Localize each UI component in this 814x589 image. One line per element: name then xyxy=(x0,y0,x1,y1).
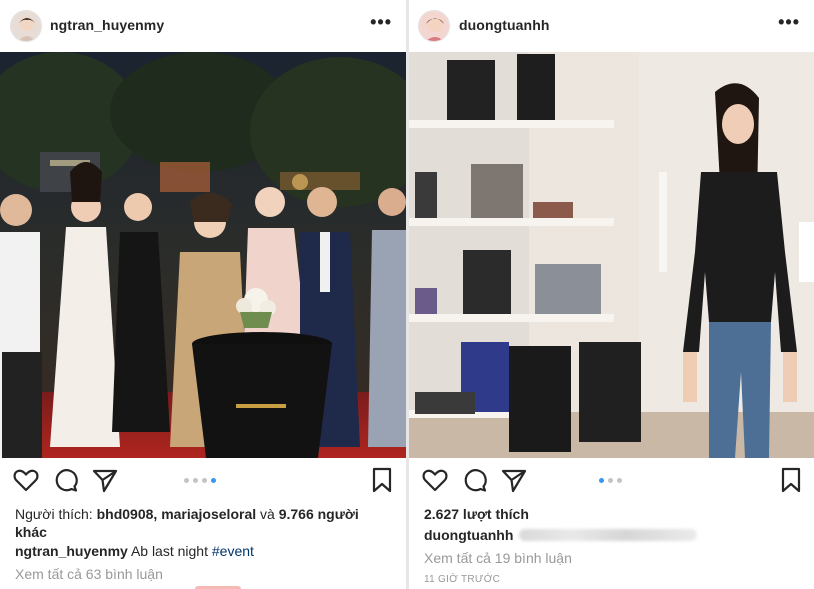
comment-icon[interactable] xyxy=(52,466,80,494)
view-comments-link[interactable]: Xem tất cả 19 bình luận xyxy=(424,550,572,566)
avatar[interactable] xyxy=(10,10,42,42)
liker-link[interactable]: bhd0908 xyxy=(97,506,154,522)
view-comments-link[interactable]: Xem tất cả 63 bình luận xyxy=(15,566,163,582)
more-icon[interactable]: ••• xyxy=(370,12,392,33)
username[interactable]: ngtran_huyenmy xyxy=(50,17,164,33)
likes-prefix: Người thích: xyxy=(15,506,93,522)
likes-summary: Người thích: bhd0908, mariajoseloral và … xyxy=(15,505,386,541)
comment-icon[interactable] xyxy=(461,466,489,494)
post-header: ngtran_huyenmy ••• xyxy=(0,0,406,52)
caption: duongtuanhh xyxy=(424,527,698,543)
blurred-caption xyxy=(519,529,698,541)
carousel-dot[interactable] xyxy=(202,478,207,483)
liker-link[interactable]: mariajoseloral xyxy=(161,506,256,522)
post-duongtuanhh: duongtuanhh ••• 2.627 lượt thích duongtu… xyxy=(409,0,814,589)
likes-separator: , xyxy=(153,506,158,522)
bookmark-icon[interactable] xyxy=(368,466,396,494)
caption: ngtran_huyenmy Ab last night #event xyxy=(15,543,254,559)
heart-icon[interactable] xyxy=(421,466,449,494)
likes-count[interactable]: 2.627 lượt thích xyxy=(424,505,794,523)
caption-username[interactable]: duongtuanhh xyxy=(424,527,513,543)
post-photo[interactable] xyxy=(409,52,814,458)
caption-username[interactable]: ngtran_huyenmy xyxy=(15,543,128,559)
carousel-dot[interactable] xyxy=(617,478,622,483)
hashtag-link[interactable]: #event xyxy=(212,543,254,559)
post-photo[interactable] xyxy=(0,52,406,458)
username[interactable]: duongtuanhh xyxy=(459,17,550,33)
post-header: duongtuanhh ••• xyxy=(409,0,814,52)
bookmark-icon[interactable] xyxy=(777,466,805,494)
carousel-indicator xyxy=(184,478,216,483)
avatar[interactable] xyxy=(418,10,450,42)
share-icon[interactable] xyxy=(91,466,119,494)
carousel-dot-active[interactable] xyxy=(599,478,604,483)
likes-conjunction: và xyxy=(260,506,275,522)
more-icon[interactable]: ••• xyxy=(778,12,800,33)
carousel-dot[interactable] xyxy=(184,478,189,483)
caption-text: Ab last night xyxy=(130,543,208,559)
share-icon[interactable] xyxy=(500,466,528,494)
carousel-dot[interactable] xyxy=(193,478,198,483)
carousel-dot[interactable] xyxy=(608,478,613,483)
timestamp: 11 GIỜ TRƯỚC xyxy=(424,574,501,585)
heart-icon[interactable] xyxy=(12,466,40,494)
carousel-indicator xyxy=(599,478,622,483)
carousel-dot-active[interactable] xyxy=(211,478,216,483)
post-ngtran-huyenmy: ngtran_huyenmy ••• Người thích: bhd0908,… xyxy=(0,0,406,589)
